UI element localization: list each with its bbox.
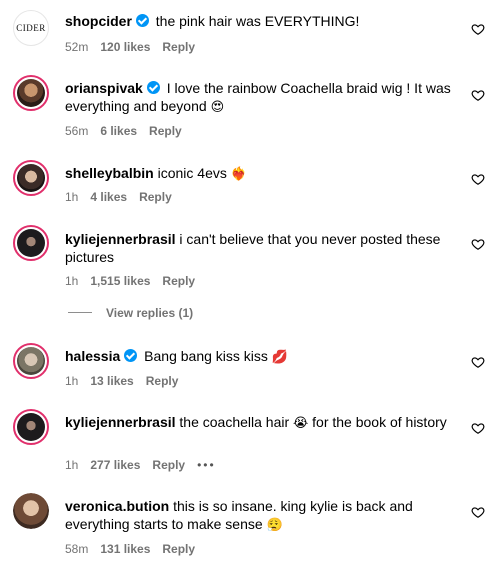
- comment-meta: 58m 131 likes Reply: [65, 542, 207, 556]
- username[interactable]: shopcider: [65, 13, 132, 29]
- timestamp: 58m: [65, 542, 89, 556]
- reply-button[interactable]: Reply: [162, 40, 195, 54]
- username[interactable]: halessia: [65, 348, 120, 364]
- comment-text: kyliejennerbrasil i can't believe that y…: [65, 230, 465, 266]
- username[interactable]: kyliejennerbrasil: [65, 231, 176, 247]
- likes-count[interactable]: 1,515 likes: [90, 274, 150, 288]
- avatar[interactable]: [13, 160, 49, 196]
- emoji: 😍: [210, 100, 225, 115]
- comment-meta: 56m 6 likes Reply: [65, 124, 194, 138]
- heart-outline-icon[interactable]: [471, 172, 485, 186]
- heart-outline-icon[interactable]: [471, 355, 485, 369]
- comment-body: Bang bang kiss kiss: [144, 348, 268, 364]
- username[interactable]: veronica.bution: [65, 498, 169, 514]
- timestamp: 1h: [65, 458, 79, 472]
- view-replies-label: View replies (1): [106, 306, 194, 320]
- username[interactable]: shelleybalbin: [65, 165, 154, 181]
- avatar-photo: [13, 493, 49, 529]
- reply-button[interactable]: Reply: [146, 374, 179, 388]
- avatar[interactable]: [13, 343, 49, 379]
- username[interactable]: orianspivak: [65, 80, 143, 96]
- avatar-photo: [17, 79, 45, 107]
- reply-button[interactable]: Reply: [139, 190, 172, 204]
- likes-count[interactable]: 120 likes: [100, 40, 150, 54]
- emoji: ❤️‍🔥: [230, 167, 247, 182]
- timestamp: 56m: [65, 124, 89, 138]
- likes-count[interactable]: 13 likes: [90, 374, 133, 388]
- username[interactable]: kyliejennerbrasil: [65, 414, 176, 430]
- avatar[interactable]: CIDER: [13, 10, 49, 46]
- comment-text: halessia Bang bang kiss kiss 💋: [65, 347, 465, 367]
- view-replies-button[interactable]: View replies (1): [68, 306, 193, 320]
- likes-count[interactable]: 277 likes: [90, 458, 140, 472]
- avatar-photo: [17, 229, 45, 257]
- timestamp: 52m: [65, 40, 89, 54]
- likes-count[interactable]: 131 likes: [100, 542, 150, 556]
- heart-outline-icon[interactable]: [471, 505, 485, 519]
- comment-meta: 1h 13 likes Reply: [65, 374, 190, 388]
- divider-line: [68, 312, 92, 313]
- likes-count[interactable]: 4 likes: [90, 190, 127, 204]
- comment-text: shopcider the pink hair was EVERYTHING!: [65, 12, 465, 30]
- cider-logo: CIDER: [16, 23, 46, 33]
- comment-text: shelleybalbin iconic 4evs ❤️‍🔥: [65, 164, 465, 184]
- reply-button[interactable]: Reply: [149, 124, 182, 138]
- verified-badge-icon: [124, 349, 138, 362]
- comment-body: the pink hair was EVERYTHING!: [155, 13, 360, 29]
- timestamp: 1h: [65, 374, 79, 388]
- emoji: 😮‍💨: [266, 518, 283, 533]
- likes-count[interactable]: 6 likes: [100, 124, 137, 138]
- comment-meta: 1h 4 likes Reply: [65, 190, 184, 204]
- avatar[interactable]: [13, 409, 49, 445]
- comment-text: veronica.bution this is so insane. king …: [65, 497, 465, 535]
- heart-outline-icon[interactable]: [471, 88, 485, 102]
- avatar-photo: [17, 164, 45, 192]
- verified-badge-icon: [135, 14, 149, 27]
- heart-outline-icon[interactable]: [471, 421, 485, 435]
- verified-badge-icon: [146, 81, 160, 94]
- comment-text: kyliejennerbrasil the coachella hair 😭 f…: [65, 413, 465, 433]
- avatar[interactable]: [13, 493, 49, 529]
- timestamp: 1h: [65, 190, 79, 204]
- comment-text: orianspivak I love the rainbow Coachella…: [65, 79, 465, 117]
- comment-meta: 52m 120 likes Reply: [65, 40, 207, 54]
- emoji: 💋: [271, 350, 288, 365]
- avatar[interactable]: [13, 225, 49, 261]
- comment-body: the coachella hair: [179, 414, 290, 430]
- reply-button[interactable]: Reply: [152, 458, 185, 472]
- timestamp: 1h: [65, 274, 79, 288]
- avatar-photo: [17, 413, 45, 441]
- more-options-icon[interactable]: •••: [197, 458, 216, 472]
- comment-meta: 1h 277 likes Reply •••: [65, 458, 228, 472]
- reply-button[interactable]: Reply: [162, 274, 195, 288]
- comment-body: iconic 4evs: [157, 165, 227, 181]
- avatar-photo: [17, 347, 45, 375]
- avatar[interactable]: [13, 75, 49, 111]
- comment-body-continued: for the book of history: [312, 414, 447, 430]
- comment-meta: 1h 1,515 likes Reply: [65, 274, 207, 288]
- heart-outline-icon[interactable]: [471, 22, 485, 36]
- reply-button[interactable]: Reply: [162, 542, 195, 556]
- emoji: 😭: [293, 416, 309, 431]
- heart-outline-icon[interactable]: [471, 237, 485, 251]
